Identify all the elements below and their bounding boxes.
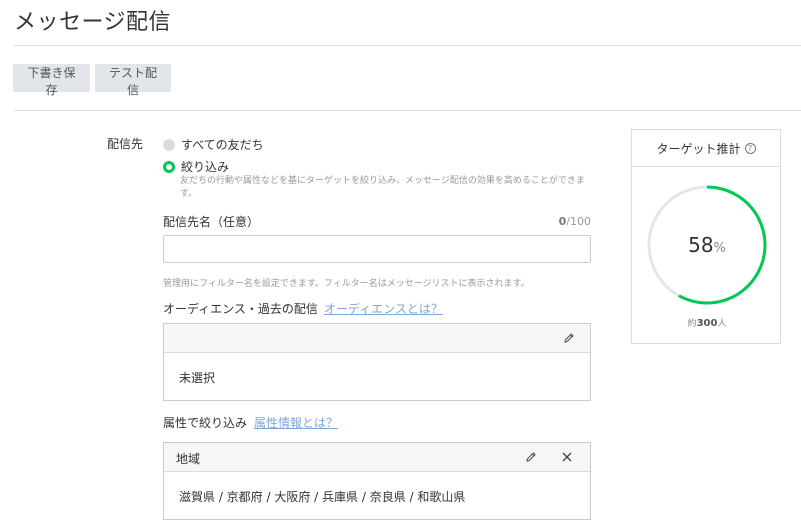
radio-filter-label: 絞り込み xyxy=(181,160,230,174)
test-send-button[interactable]: テスト配信 xyxy=(95,64,171,97)
recipient-field-label: 配信先 xyxy=(107,137,144,151)
target-estimate-card: ターゲット推計 ? 58% 約300人 xyxy=(631,129,781,344)
target-percent-value: 58 xyxy=(688,233,714,257)
region-box: 地域 滋賀県 / 京都府 / 大阪府 / 兵庫県 / 奈良県 / 和歌山県 xyxy=(163,442,591,520)
page-title: メッセージ配信 xyxy=(14,10,172,35)
region-box-header: 地域 xyxy=(164,443,590,472)
attribute-help-link[interactable]: 属性情報とは？ xyxy=(254,414,338,431)
radio-all-friends-label: すべての友だち xyxy=(181,138,264,152)
audience-box-header xyxy=(164,324,590,353)
audience-label: オーディエンス・過去の配信 xyxy=(163,302,318,316)
radio-filter[interactable]: 絞り込み xyxy=(163,158,229,175)
audience-value: 未選択 xyxy=(179,371,216,385)
target-percent-unit: % xyxy=(713,241,726,256)
approx-suffix: 人 xyxy=(717,319,727,329)
radio-unselected-icon[interactable] xyxy=(163,138,175,151)
audience-edit-pencil-icon[interactable] xyxy=(560,329,578,347)
filter-description: 友だちの行動や属性などを基にターゲットを絞り込み、メッセージ配信の効果を高めるこ… xyxy=(180,176,585,199)
recipient-name-input[interactable] xyxy=(163,235,591,263)
radio-selected-icon[interactable] xyxy=(163,160,175,173)
audience-box: 未選択 xyxy=(163,323,591,401)
region-value: 滋賀県 / 京都府 / 大阪府 / 兵庫県 / 奈良県 / 和歌山県 xyxy=(179,490,466,504)
approx-number: 300 xyxy=(696,318,718,329)
name-char-counter: 0/100 xyxy=(559,215,591,228)
attribute-filter-label: 属性で絞り込み xyxy=(163,416,248,430)
name-char-max: /100 xyxy=(566,215,591,228)
toolbar-divider xyxy=(14,110,801,111)
region-edit-pencil-icon[interactable] xyxy=(522,448,540,466)
target-percent: 58% xyxy=(632,233,782,257)
target-approx-count: 約300人 xyxy=(632,316,782,329)
region-remove-close-icon[interactable] xyxy=(558,448,576,466)
save-draft-button[interactable]: 下書き保存 xyxy=(13,64,90,97)
region-title: 地域 xyxy=(176,452,201,466)
radio-all-friends[interactable]: すべての友だち xyxy=(163,136,264,153)
target-estimate-header: ターゲット推計 ? xyxy=(632,130,780,167)
name-hint: 管理用にフィルター名を設定できます。フィルター名はメッセージリストに表示されます… xyxy=(163,279,530,289)
approx-prefix: 約 xyxy=(687,319,697,329)
header-divider xyxy=(14,45,801,46)
audience-help-link[interactable]: オーディエンスとは？ xyxy=(324,300,443,317)
target-estimate-title: ターゲット推計 xyxy=(656,141,741,156)
help-question-icon[interactable]: ? xyxy=(744,142,756,154)
recipient-name-label: 配信先名（任意） xyxy=(163,215,260,229)
